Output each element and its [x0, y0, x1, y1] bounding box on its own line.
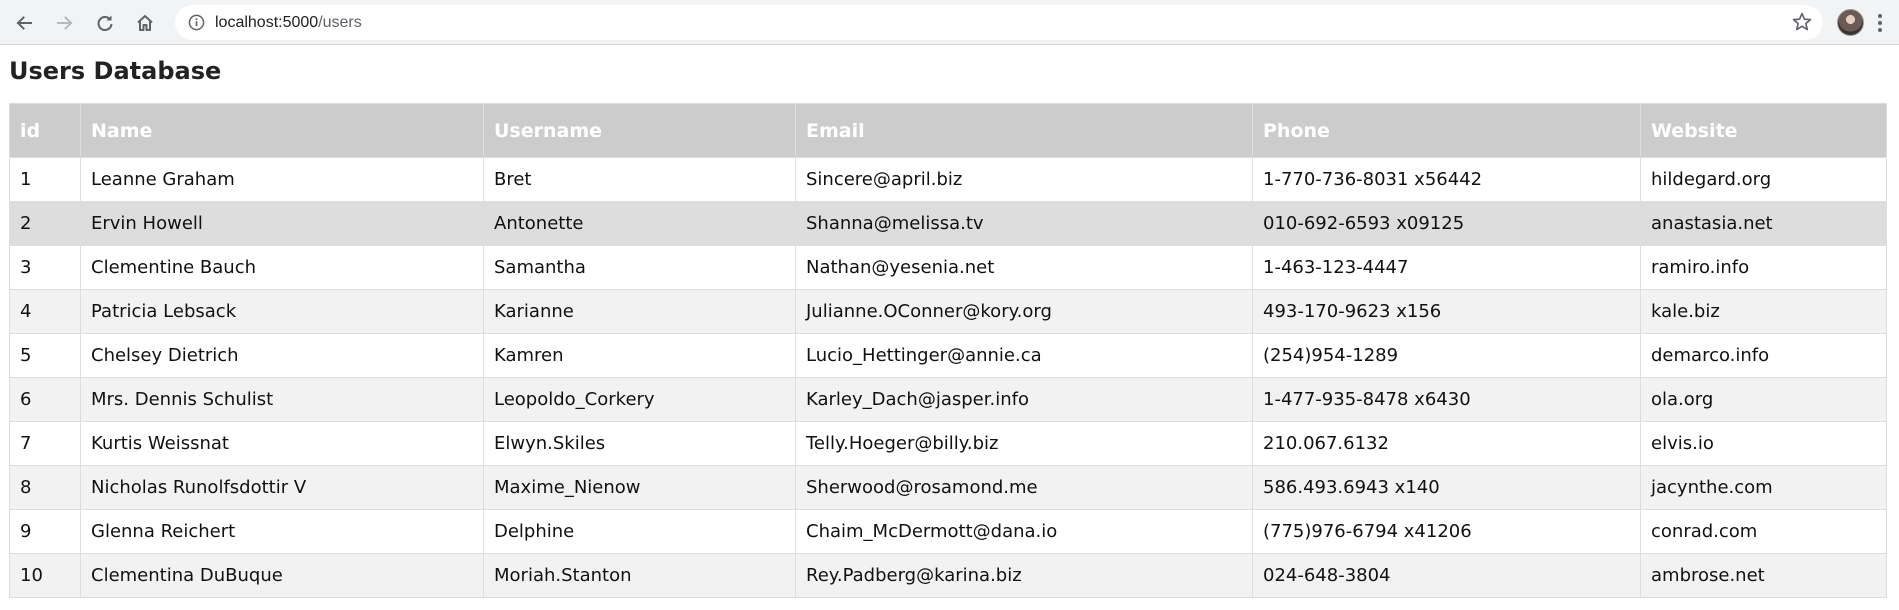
- column-header-username[interactable]: Username: [483, 103, 796, 158]
- back-button[interactable]: [8, 7, 40, 39]
- cell-id: 3: [9, 245, 81, 290]
- table-row[interactable]: 4 Patricia Lebsack Karianne Julianne.OConne…: [9, 289, 1887, 334]
- cell-id: 9: [9, 509, 81, 554]
- cell-email: Sincere@april.biz: [795, 157, 1253, 202]
- cell-email: Nathan@yesenia.net: [795, 245, 1253, 290]
- info-icon[interactable]: [188, 14, 205, 31]
- column-header-phone[interactable]: Phone: [1252, 103, 1641, 158]
- cell-username: Leopoldo_Corkery: [483, 377, 796, 422]
- home-button[interactable]: [129, 7, 161, 39]
- cell-email: Rey.Padberg@karina.biz: [795, 553, 1253, 598]
- cell-website: anastasia.net: [1640, 201, 1887, 246]
- cell-id: 6: [9, 377, 81, 422]
- address-bar[interactable]: localhost:5000/users: [175, 5, 1823, 40]
- table-row[interactable]: 9 Glenna Reichert Delphine Chaim_McDermott@…: [9, 509, 1887, 554]
- cell-email: Julianne.OConner@kory.org: [795, 289, 1253, 334]
- cell-name: Patricia Lebsack: [80, 289, 484, 334]
- cell-email: Lucio_Hettinger@annie.ca: [795, 333, 1253, 378]
- browser-toolbar: localhost:5000/users: [0, 0, 1899, 45]
- url-text[interactable]: localhost:5000/users: [215, 13, 362, 33]
- table-row[interactable]: 8 Nicholas Runolfsdottir V Maxime_Nienow Sh…: [9, 465, 1887, 510]
- users-table-container: id Name Username Email Phone Website 1 Le…: [9, 103, 1887, 598]
- cell-website: hildegard.org: [1640, 157, 1887, 202]
- cell-id: 8: [9, 465, 81, 510]
- cell-name: Clementine Bauch: [80, 245, 484, 290]
- kebab-menu-icon[interactable]: [1877, 12, 1883, 34]
- cell-website: elvis.io: [1640, 421, 1887, 466]
- table-row[interactable]: 7 Kurtis Weissnat Elwyn.Skiles Telly.Hoeger…: [9, 421, 1887, 466]
- arrow-left-icon: [16, 16, 32, 30]
- column-header-name[interactable]: Name: [80, 103, 484, 158]
- cell-username: Kamren: [483, 333, 796, 378]
- cell-username: Karianne: [483, 289, 796, 334]
- cell-phone: 493-170-9623 x156: [1252, 289, 1641, 334]
- star-icon[interactable]: [1791, 11, 1813, 33]
- cell-id: 1: [9, 157, 81, 202]
- table-header-row: id Name Username Email Phone Website: [9, 103, 1887, 158]
- home-icon: [137, 15, 153, 31]
- cell-id: 10: [9, 553, 81, 598]
- cell-phone: (775)976-6794 x41206: [1252, 509, 1641, 554]
- cell-name: Clementina DuBuque: [80, 553, 484, 598]
- cell-email: Sherwood@rosamond.me: [795, 465, 1253, 510]
- cell-email: Chaim_McDermott@dana.io: [795, 509, 1253, 554]
- arrow-right-icon: [57, 16, 73, 30]
- cell-name: Nicholas Runolfsdottir V: [80, 465, 484, 510]
- url-host: localhost:5000: [215, 14, 319, 31]
- cell-name: Leanne Graham: [80, 157, 484, 202]
- forward-button[interactable]: [49, 7, 81, 39]
- cell-website: ramiro.info: [1640, 245, 1887, 290]
- cell-name: Mrs. Dennis Schulist: [80, 377, 484, 422]
- cell-phone: 1-477-935-8478 x6430: [1252, 377, 1641, 422]
- profile-avatar[interactable]: [1837, 9, 1864, 36]
- cell-phone: (254)954-1289: [1252, 333, 1641, 378]
- table-row[interactable]: 10 Clementina DuBuque Moriah.Stanton Rey.Pa…: [9, 553, 1887, 598]
- cell-website: jacynthe.com: [1640, 465, 1887, 510]
- cell-username: Delphine: [483, 509, 796, 554]
- cell-website: conrad.com: [1640, 509, 1887, 554]
- column-header-id[interactable]: id: [9, 103, 81, 158]
- table-row[interactable]: 2 Ervin Howell Antonette Shanna@melissa.tv 0…: [9, 201, 1887, 246]
- users-table: id Name Username Email Phone Website 1 Le…: [9, 103, 1887, 598]
- cell-website: demarco.info: [1640, 333, 1887, 378]
- cell-phone: 024-648-3804: [1252, 553, 1641, 598]
- cell-email: Shanna@melissa.tv: [795, 201, 1253, 246]
- cell-name: Kurtis Weissnat: [80, 421, 484, 466]
- cell-name: Glenna Reichert: [80, 509, 484, 554]
- reload-icon: [97, 15, 113, 31]
- url-path: /users: [318, 14, 362, 31]
- cell-id: 4: [9, 289, 81, 334]
- table-row[interactable]: 1 Leanne Graham Bret Sincere@april.biz 1-770…: [9, 157, 1887, 202]
- cell-phone: 1-463-123-4447: [1252, 245, 1641, 290]
- cell-name: Chelsey Dietrich: [80, 333, 484, 378]
- cell-phone: 010-692-6593 x09125: [1252, 201, 1641, 246]
- cell-phone: 210.067.6132: [1252, 421, 1641, 466]
- page-title: Users Database: [9, 57, 222, 85]
- cell-id: 5: [9, 333, 81, 378]
- cell-id: 2: [9, 201, 81, 246]
- table-row[interactable]: 3 Clementine Bauch Samantha Nathan@yesenia.…: [9, 245, 1887, 290]
- cell-email: Telly.Hoeger@billy.biz: [795, 421, 1253, 466]
- cell-website: ola.org: [1640, 377, 1887, 422]
- cell-username: Bret: [483, 157, 796, 202]
- cell-username: Antonette: [483, 201, 796, 246]
- cell-phone: 1-770-736-8031 x56442: [1252, 157, 1641, 202]
- table-row[interactable]: 6 Mrs. Dennis Schulist Leopoldo_Corkery Kar…: [9, 377, 1887, 422]
- cell-phone: 586.493.6943 x140: [1252, 465, 1641, 510]
- cell-website: ambrose.net: [1640, 553, 1887, 598]
- cell-website: kale.biz: [1640, 289, 1887, 334]
- column-header-website[interactable]: Website: [1640, 103, 1887, 158]
- column-header-email[interactable]: Email: [795, 103, 1253, 158]
- cell-username: Elwyn.Skiles: [483, 421, 796, 466]
- page-right-edge: [1893, 46, 1899, 610]
- cell-email: Karley_Dach@jasper.info: [795, 377, 1253, 422]
- cell-id: 7: [9, 421, 81, 466]
- cell-username: Samantha: [483, 245, 796, 290]
- cell-username: Maxime_Nienow: [483, 465, 796, 510]
- table-row[interactable]: 5 Chelsey Dietrich Kamren Lucio_Hettinger@a…: [9, 333, 1887, 378]
- reload-button[interactable]: [89, 7, 121, 39]
- cell-name: Ervin Howell: [80, 201, 484, 246]
- cell-username: Moriah.Stanton: [483, 553, 796, 598]
